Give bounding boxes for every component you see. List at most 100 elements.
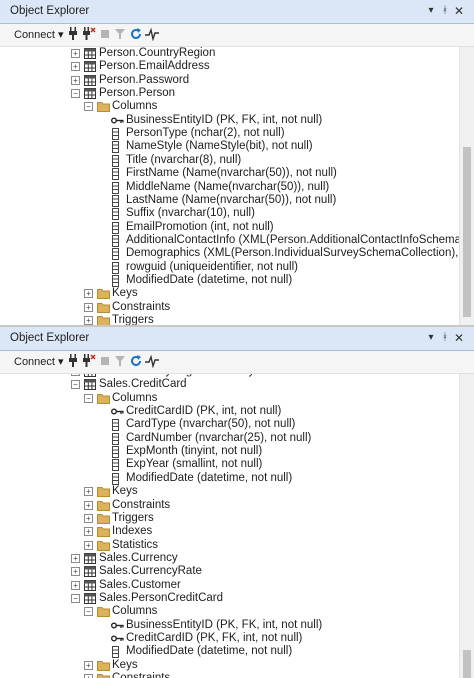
- vertical-scrollbar[interactable]: [459, 47, 474, 325]
- tree-node[interactable]: CardNumber (nvarchar(25), not null): [0, 432, 460, 445]
- tree-node[interactable]: + Sales.Customer: [0, 579, 460, 592]
- expand-icon[interactable]: +: [84, 316, 93, 325]
- dropdown-arrow-icon[interactable]: ▾: [424, 330, 438, 346]
- tree-node[interactable]: + Indexes: [0, 525, 460, 538]
- disconnect-plug-icon[interactable]: [82, 354, 96, 370]
- tree-node-label: Sales.CurrencyRate: [99, 565, 202, 578]
- panel-title: Object Explorer: [10, 5, 90, 17]
- scrollbar-thumb[interactable]: [463, 650, 471, 678]
- disconnect-plug-icon[interactable]: [82, 27, 96, 43]
- tree-node[interactable]: + Sales.CurrencyRate: [0, 565, 460, 578]
- connect-button[interactable]: Connect ▾: [14, 354, 64, 370]
- tree-node[interactable]: + Statistics: [0, 539, 460, 552]
- collapse-icon[interactable]: −: [84, 102, 93, 112]
- expand-icon[interactable]: +: [84, 289, 93, 299]
- tree-node[interactable]: CreditCardID (PK, FK, int, not null): [0, 632, 460, 645]
- tree-node[interactable]: ModifiedDate (datetime, not null): [0, 472, 460, 485]
- expand-icon[interactable]: +: [71, 49, 80, 58]
- expand-icon[interactable]: +: [71, 553, 80, 563]
- collapse-icon[interactable]: −: [84, 607, 93, 617]
- filter-icon[interactable]: [114, 27, 126, 43]
- expand-icon[interactable]: +: [71, 75, 80, 85]
- expand-icon[interactable]: +: [71, 567, 80, 577]
- column-icon: [111, 446, 123, 459]
- tree-node[interactable]: BusinessEntityID (PK, FK, int, not null): [0, 114, 460, 127]
- panel-titlebar[interactable]: Object Explorer ▾ ᚼ ✕: [0, 0, 474, 24]
- close-icon[interactable]: ✕: [452, 330, 466, 346]
- connect-plug-icon[interactable]: [68, 27, 78, 43]
- tree-node[interactable]: + Constraints: [0, 499, 460, 512]
- tree-node[interactable]: + Sales.Currency: [0, 552, 460, 565]
- expand-icon[interactable]: +: [71, 62, 80, 72]
- tree-node[interactable]: MiddleName (Name(nvarchar(50)), null): [0, 181, 460, 194]
- connect-button[interactable]: Connect ▾: [14, 27, 64, 43]
- collapse-icon[interactable]: −: [71, 89, 80, 99]
- pin-icon[interactable]: ᚼ: [438, 3, 452, 19]
- collapse-icon[interactable]: −: [84, 393, 93, 403]
- expand-icon[interactable]: +: [84, 674, 93, 678]
- filter-icon[interactable]: [114, 354, 126, 370]
- tree-node[interactable]: − Columns: [0, 605, 460, 618]
- tree-node-label: Statistics: [112, 538, 159, 551]
- tree-node[interactable]: − Person.Person: [0, 87, 460, 100]
- tree-node[interactable]: + Person.Password: [0, 74, 460, 87]
- tree-node[interactable]: FirstName (Name(nvarchar(50)), not null): [0, 167, 460, 181]
- scrollbar-thumb[interactable]: [463, 147, 471, 317]
- tree-node[interactable]: ExpMonth (tinyint, not null): [0, 445, 460, 459]
- expand-icon[interactable]: +: [71, 580, 80, 590]
- connect-plug-icon[interactable]: [68, 354, 78, 370]
- pin-icon[interactable]: ᚼ: [438, 330, 452, 346]
- tree-node[interactable]: NameStyle (NameStyle(bit), not null): [0, 140, 460, 154]
- tree-node[interactable]: + Triggers: [0, 314, 460, 325]
- expand-icon[interactable]: +: [84, 527, 93, 537]
- folder-icon: [97, 101, 110, 113]
- tree-node[interactable]: ModifiedDate (datetime, not null): [0, 274, 460, 287]
- tree-node[interactable]: − Columns: [0, 100, 460, 113]
- tree-node[interactable]: ModifiedDate (datetime, not null): [0, 645, 460, 659]
- panel-titlebar[interactable]: Object Explorer ▾ ᚼ ✕: [0, 327, 474, 351]
- tree-node[interactable]: Demographics (XML(Person.IndividualSurve…: [0, 247, 460, 261]
- tree-node[interactable]: + Triggers: [0, 512, 460, 525]
- tree-node[interactable]: CardType (nvarchar(50), not null): [0, 418, 460, 432]
- vertical-scrollbar[interactable]: [459, 374, 474, 678]
- refresh-icon[interactable]: [130, 27, 142, 43]
- tree-node[interactable]: Title (nvarchar(8), null): [0, 154, 460, 167]
- activity-monitor-icon[interactable]: [145, 27, 159, 43]
- tree-node[interactable]: BusinessEntityID (PK, FK, int, not null): [0, 619, 460, 632]
- tree-node[interactable]: + Constraints: [0, 301, 460, 314]
- refresh-icon[interactable]: [130, 354, 142, 370]
- tree-node[interactable]: ExpYear (smallint, not null): [0, 458, 460, 472]
- expand-icon[interactable]: +: [84, 500, 93, 510]
- stop-icon[interactable]: [100, 354, 110, 370]
- tree-node[interactable]: − Columns: [0, 392, 460, 405]
- stop-icon[interactable]: [100, 27, 110, 43]
- column-icon: [111, 194, 123, 207]
- expand-icon[interactable]: +: [84, 302, 93, 312]
- dropdown-arrow-icon[interactable]: ▾: [424, 3, 438, 19]
- expand-icon[interactable]: +: [71, 374, 80, 376]
- tree-node[interactable]: Suffix (nvarchar(10), null): [0, 207, 460, 221]
- tree-node[interactable]: + Person.EmailAddress: [0, 60, 460, 73]
- expand-icon[interactable]: +: [84, 540, 93, 550]
- expand-icon[interactable]: +: [84, 487, 93, 497]
- tree-node[interactable]: AdditionalContactInfo (XML(Person.Additi…: [0, 234, 460, 247]
- close-icon[interactable]: ✕: [452, 3, 466, 19]
- tree-node[interactable]: − Sales.PersonCreditCard: [0, 592, 460, 605]
- collapse-icon[interactable]: −: [71, 593, 80, 603]
- activity-monitor-icon[interactable]: [145, 354, 159, 370]
- tree-node[interactable]: − Sales.CreditCard: [0, 378, 460, 391]
- expand-icon[interactable]: +: [84, 660, 93, 670]
- tree-node[interactable]: + Person.CountryRegion: [0, 47, 460, 60]
- tree-node[interactable]: PersonType (nchar(2), not null): [0, 127, 460, 141]
- tree-node[interactable]: rowguid (uniqueidentifier, not null): [0, 261, 460, 274]
- tree-node[interactable]: LastName (Name(nvarchar(50)), not null): [0, 194, 460, 207]
- tree-node[interactable]: CreditCardID (PK, int, not null): [0, 405, 460, 418]
- tree-node[interactable]: + Keys: [0, 659, 460, 672]
- tree-node[interactable]: + Keys: [0, 287, 460, 300]
- expand-icon[interactable]: +: [84, 513, 93, 523]
- tree-node-label: MiddleName (Name(nvarchar(50)), null): [126, 180, 330, 193]
- tree-node[interactable]: + Constraints: [0, 672, 460, 678]
- collapse-icon[interactable]: −: [71, 380, 80, 390]
- tree-node[interactable]: + Keys: [0, 485, 460, 498]
- tree-node[interactable]: EmailPromotion (int, not null): [0, 221, 460, 234]
